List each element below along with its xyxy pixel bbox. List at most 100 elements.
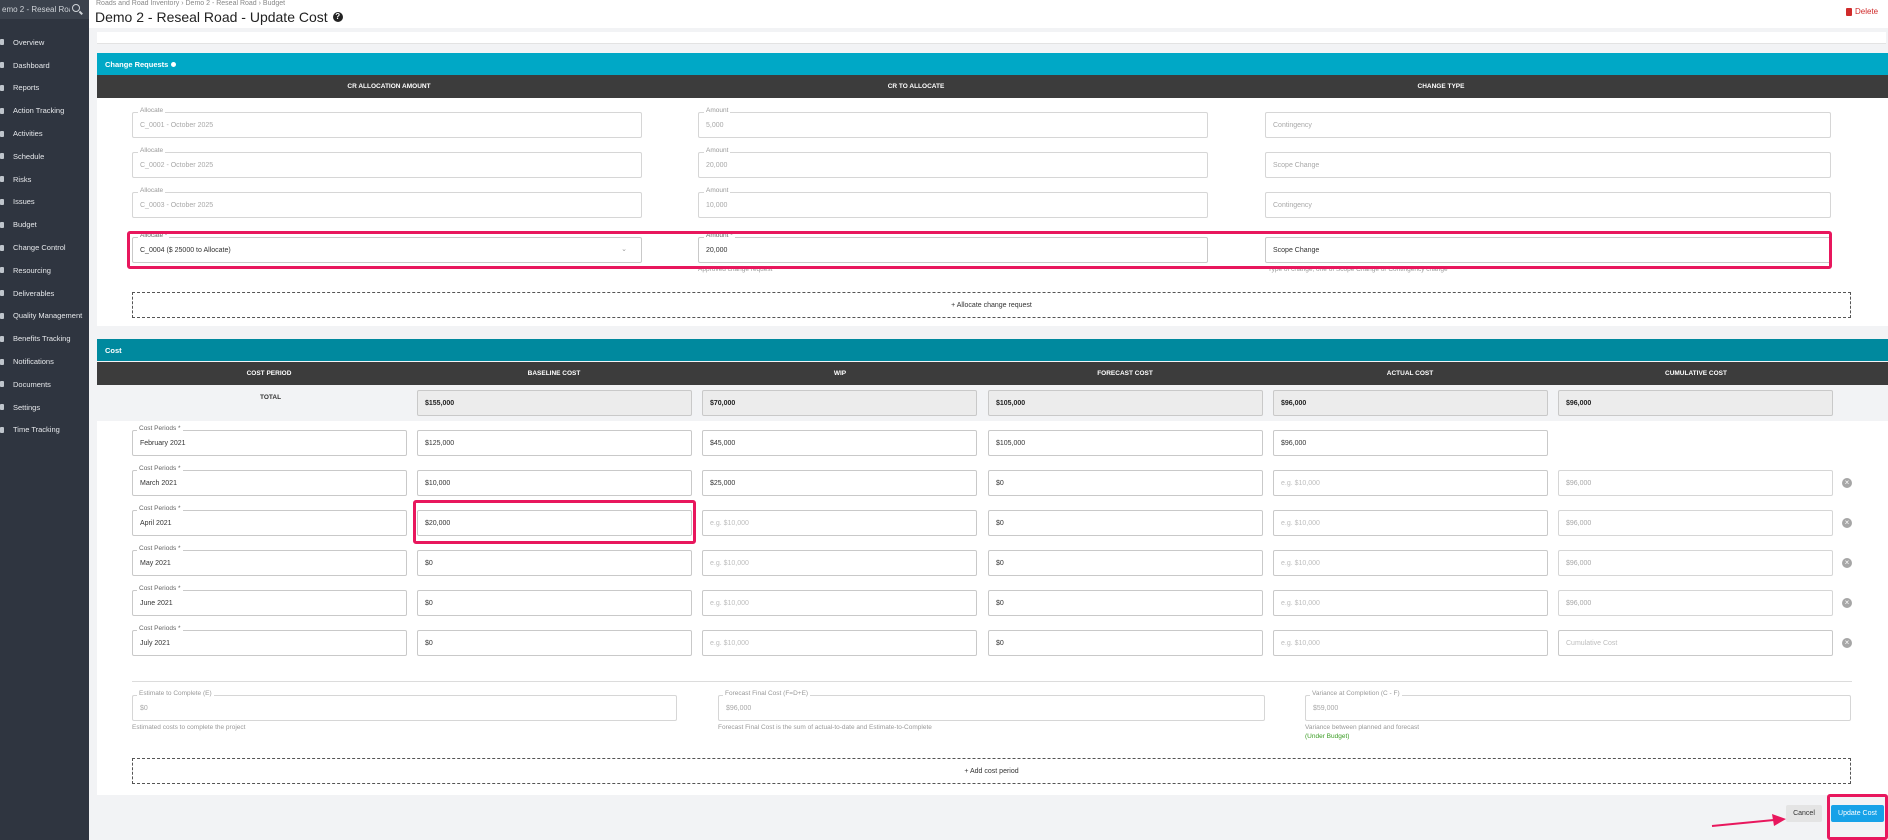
baseline-cost-input[interactable]: $10,000 xyxy=(417,470,692,496)
actual-cost-input[interactable]: e.g. $10,000 xyxy=(1273,590,1548,616)
cancel-button[interactable]: Cancel xyxy=(1786,805,1822,822)
sidebar-item-risks[interactable]: Risks xyxy=(0,168,89,191)
estimate-to-complete-label: Estimate to Complete (E) xyxy=(137,690,214,698)
variance-at-completion-helper: Variance between planned and forecast xyxy=(1305,724,1420,731)
divider xyxy=(132,681,1852,682)
remove-row-icon[interactable]: × xyxy=(1842,598,1852,608)
trash-icon xyxy=(1846,7,1852,16)
baseline-cost-input[interactable]: $125,000 xyxy=(417,430,692,456)
update-cost-button[interactable]: Update Cost xyxy=(1831,805,1884,822)
sidebar-item-label: Change Control xyxy=(13,243,66,253)
amount-input[interactable]: 20,000 xyxy=(698,152,1208,178)
change-type-field[interactable]: Contingency xyxy=(1265,192,1831,218)
sidebar-item-time-tracking[interactable]: Time Tracking xyxy=(0,419,89,442)
breadcrumb[interactable]: Roads and Road Inventory › Demo 2 - Rese… xyxy=(96,0,285,7)
sidebar-item-deliverables[interactable]: Deliverables xyxy=(0,282,89,305)
chevron-down-icon: ⌄ xyxy=(621,246,627,253)
wip-input[interactable]: e.g. $10,000 xyxy=(702,590,977,616)
allocate-select[interactable]: C_0003 - October 2025 xyxy=(132,192,642,218)
help-icon[interactable]: ? xyxy=(332,12,343,22)
remove-row-icon[interactable]: × xyxy=(1842,558,1852,568)
allocate-label: Allocate xyxy=(138,107,166,115)
search-icon[interactable] xyxy=(72,4,80,12)
sidebar-item-notifications[interactable]: Notifications xyxy=(0,350,89,373)
total-cumulative: $96,000 xyxy=(1558,390,1833,416)
amount-input[interactable]: 20,000 xyxy=(698,237,1208,263)
change-type-field[interactable]: Scope Change xyxy=(1265,152,1831,178)
amount-label: Amount xyxy=(704,107,731,115)
delete-label: Delete xyxy=(1855,7,1879,16)
cost-period-input[interactable]: May 2021 xyxy=(132,550,407,576)
sidebar-item-action-tracking[interactable]: Action Tracking xyxy=(0,99,89,122)
change-type-field[interactable]: Scope Change xyxy=(1265,237,1831,263)
sidebar-item-budget[interactable]: Budget xyxy=(0,213,89,236)
dashboard-icon xyxy=(0,62,4,69)
forecast-cost-input[interactable]: $0 xyxy=(988,590,1263,616)
baseline-cost-input[interactable]: $0 xyxy=(417,550,692,576)
baseline-cost-input[interactable]: $0 xyxy=(417,590,692,616)
allocate-change-request-button[interactable]: + Allocate change request xyxy=(132,292,1851,318)
forecast-final-cost-label: Forecast Final Cost (F=D+E) xyxy=(723,690,811,698)
sidebar-item-label: Issues xyxy=(13,197,35,207)
sidebar-item-label: Deliverables xyxy=(13,288,55,298)
sidebar-item-documents[interactable]: Documents xyxy=(0,373,89,396)
sidebar-item-settings[interactable]: Settings xyxy=(0,396,89,419)
top-panel xyxy=(97,32,1886,44)
amount-input[interactable]: 10,000 xyxy=(698,192,1208,218)
sidebar-item-label: Time Tracking xyxy=(13,425,60,435)
add-cost-period-button[interactable]: + Add cost period xyxy=(132,758,1851,784)
sidebar-item-activities[interactable]: Activities xyxy=(0,122,89,145)
sidebar-item-benefits-tracking[interactable]: Benefits Tracking xyxy=(0,327,89,350)
sidebar-item-reports[interactable]: Reports xyxy=(0,77,89,100)
forecast-cost-input[interactable]: $0 xyxy=(988,510,1263,536)
baseline-cost-input[interactable]: $20,000 xyxy=(417,510,692,536)
page-title-text: Demo 2 - Reseal Road - Update Cost xyxy=(95,9,328,25)
forecast-cost-input[interactable]: $0 xyxy=(988,470,1263,496)
wip-input[interactable]: $45,000 xyxy=(702,430,977,456)
delete-button[interactable]: Delete xyxy=(1846,7,1878,16)
sidebar-item-quality-management[interactable]: Quality Management xyxy=(0,305,89,328)
sidebar-item-dashboard[interactable]: Dashboard xyxy=(0,54,89,77)
cost-period-input[interactable]: July 2021 xyxy=(132,630,407,656)
wip-input[interactable]: $25,000 xyxy=(702,470,977,496)
column-header: CUMULATIVE COST xyxy=(1665,370,1727,377)
forecast-cost-input[interactable]: $0 xyxy=(988,550,1263,576)
cost-period-input[interactable]: February 2021 xyxy=(132,430,407,456)
actual-cost-input[interactable]: e.g. $10,000 xyxy=(1273,630,1548,656)
sidebar-item-label: Action Tracking xyxy=(13,106,65,116)
allocate-select[interactable]: C_0004 ($ 25000 to Allocate) ⌄ xyxy=(132,237,642,263)
actual-cost-input[interactable]: e.g. $10,000 xyxy=(1273,510,1548,536)
change-type-field[interactable]: Contingency xyxy=(1265,112,1831,138)
budget-icon xyxy=(0,221,4,228)
forecast-cost-input[interactable]: $105,000 xyxy=(988,430,1263,456)
wip-input[interactable]: e.g. $10,000 xyxy=(702,550,977,576)
wip-input[interactable]: e.g. $10,000 xyxy=(702,510,977,536)
actual-cost-input[interactable]: $96,000 xyxy=(1273,430,1548,456)
sidebar-item-resourcing[interactable]: Resourcing xyxy=(0,259,89,282)
project-search[interactable]: emo 2 - Reseal Road xyxy=(0,0,89,19)
sidebar-item-change-control[interactable]: Change Control xyxy=(0,236,89,259)
cost-period-input[interactable]: April 2021 xyxy=(132,510,407,536)
allocate-select[interactable]: C_0002 - October 2025 xyxy=(132,152,642,178)
sidebar-item-schedule[interactable]: Schedule xyxy=(0,145,89,168)
actual-cost-input[interactable]: e.g. $10,000 xyxy=(1273,470,1548,496)
arrow-annotation-icon xyxy=(1711,814,1786,827)
amount-input[interactable]: 5,000 xyxy=(698,112,1208,138)
overview-icon xyxy=(0,39,4,46)
info-icon[interactable] xyxy=(171,61,177,67)
column-header: CHANGE TYPE xyxy=(1417,83,1465,90)
allocate-select[interactable]: C_0001 - October 2025 xyxy=(132,112,642,138)
sidebar-item-overview[interactable]: Overview xyxy=(0,31,89,54)
cost-period-input[interactable]: June 2021 xyxy=(132,590,407,616)
sidebar-item-issues[interactable]: Issues xyxy=(0,191,89,214)
actual-cost-input[interactable]: e.g. $10,000 xyxy=(1273,550,1548,576)
cumulative-cost-field: $96,000 xyxy=(1558,550,1833,576)
wip-input[interactable]: e.g. $10,000 xyxy=(702,630,977,656)
column-header: WIP xyxy=(833,370,847,377)
cost-period-input[interactable]: March 2021 xyxy=(132,470,407,496)
remove-row-icon[interactable]: × xyxy=(1842,478,1852,488)
baseline-cost-input[interactable]: $0 xyxy=(417,630,692,656)
remove-row-icon[interactable]: × xyxy=(1842,638,1852,648)
forecast-cost-input[interactable]: $0 xyxy=(988,630,1263,656)
remove-row-icon[interactable]: × xyxy=(1842,518,1852,528)
